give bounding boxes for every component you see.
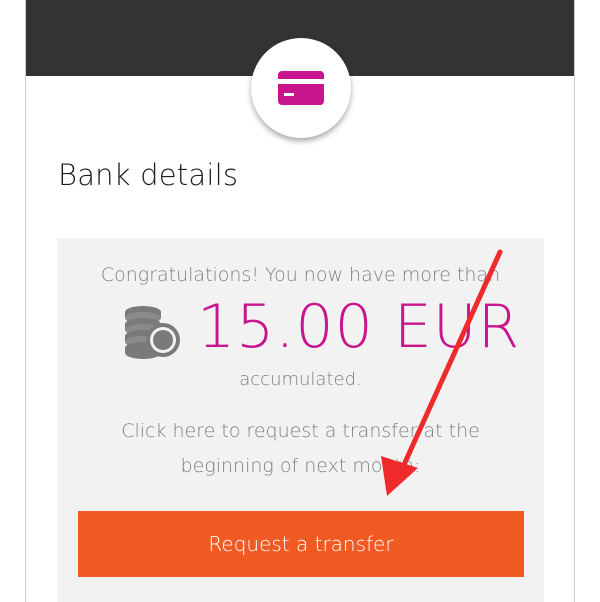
credit-card-icon xyxy=(278,71,324,105)
congratulations-text: Congratulations! You now have more than xyxy=(100,264,501,286)
request-instructions: Click here to request a transfer at the … xyxy=(121,420,480,477)
page-title: Bank details xyxy=(58,158,239,192)
coins-icon xyxy=(125,306,180,359)
accumulated-text: accumulated. xyxy=(239,369,362,390)
balance-panel: Congratulations! You now have more than xyxy=(57,238,544,602)
balance-amount: 15.00 EUR xyxy=(197,292,521,362)
app-screen: Bank details Congratulations! You now ha… xyxy=(25,0,575,602)
request-transfer-button[interactable]: Request a transfer xyxy=(78,511,524,577)
bank-card-badge xyxy=(251,38,351,138)
amount-row: 15.00 EUR xyxy=(57,292,544,364)
